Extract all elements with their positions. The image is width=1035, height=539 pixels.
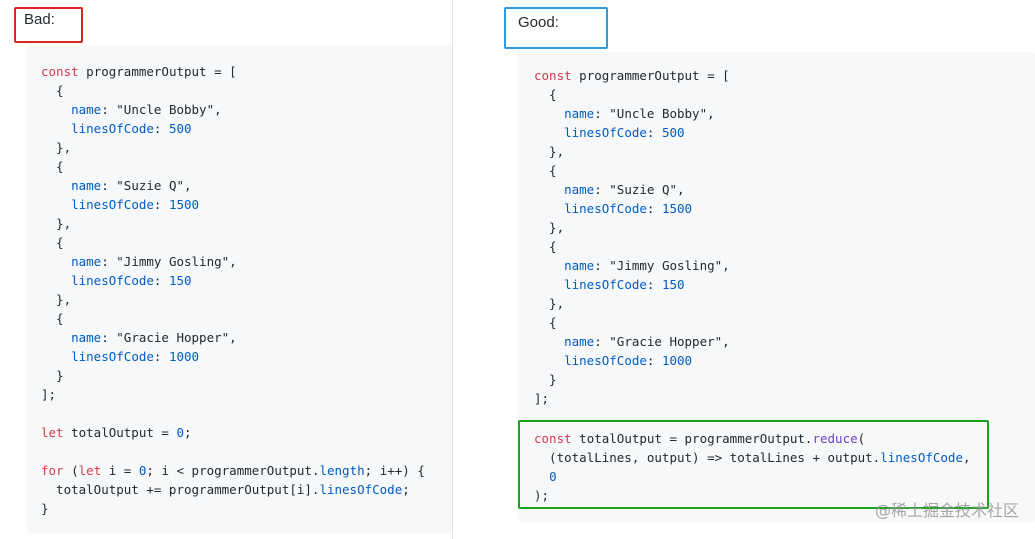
watermark: @稀土掘金技术社区	[874, 501, 1019, 520]
panel-divider-left	[452, 0, 453, 539]
good-code: const programmerOutput = [ { name: "Uncl…	[534, 68, 730, 406]
highlighted-reduce-code: const totalOutput = programmerOutput.red…	[534, 431, 971, 503]
bad-label: Bad:	[24, 11, 55, 28]
good-code-block: const programmerOutput = [ { name: "Uncl…	[518, 52, 1035, 522]
good-label: Good:	[518, 14, 559, 31]
bad-code-block: const programmerOutput = [ { name: "Uncl…	[27, 46, 452, 534]
reduce-highlight-box: const totalOutput = programmerOutput.red…	[518, 420, 989, 509]
bad-example-panel: Bad: const programmerOutput = [ { name: …	[0, 0, 452, 539]
good-example-panel: Good: const programmerOutput = [ { name:…	[486, 0, 1035, 539]
bad-code: const programmerOutput = [ { name: "Uncl…	[41, 64, 425, 516]
